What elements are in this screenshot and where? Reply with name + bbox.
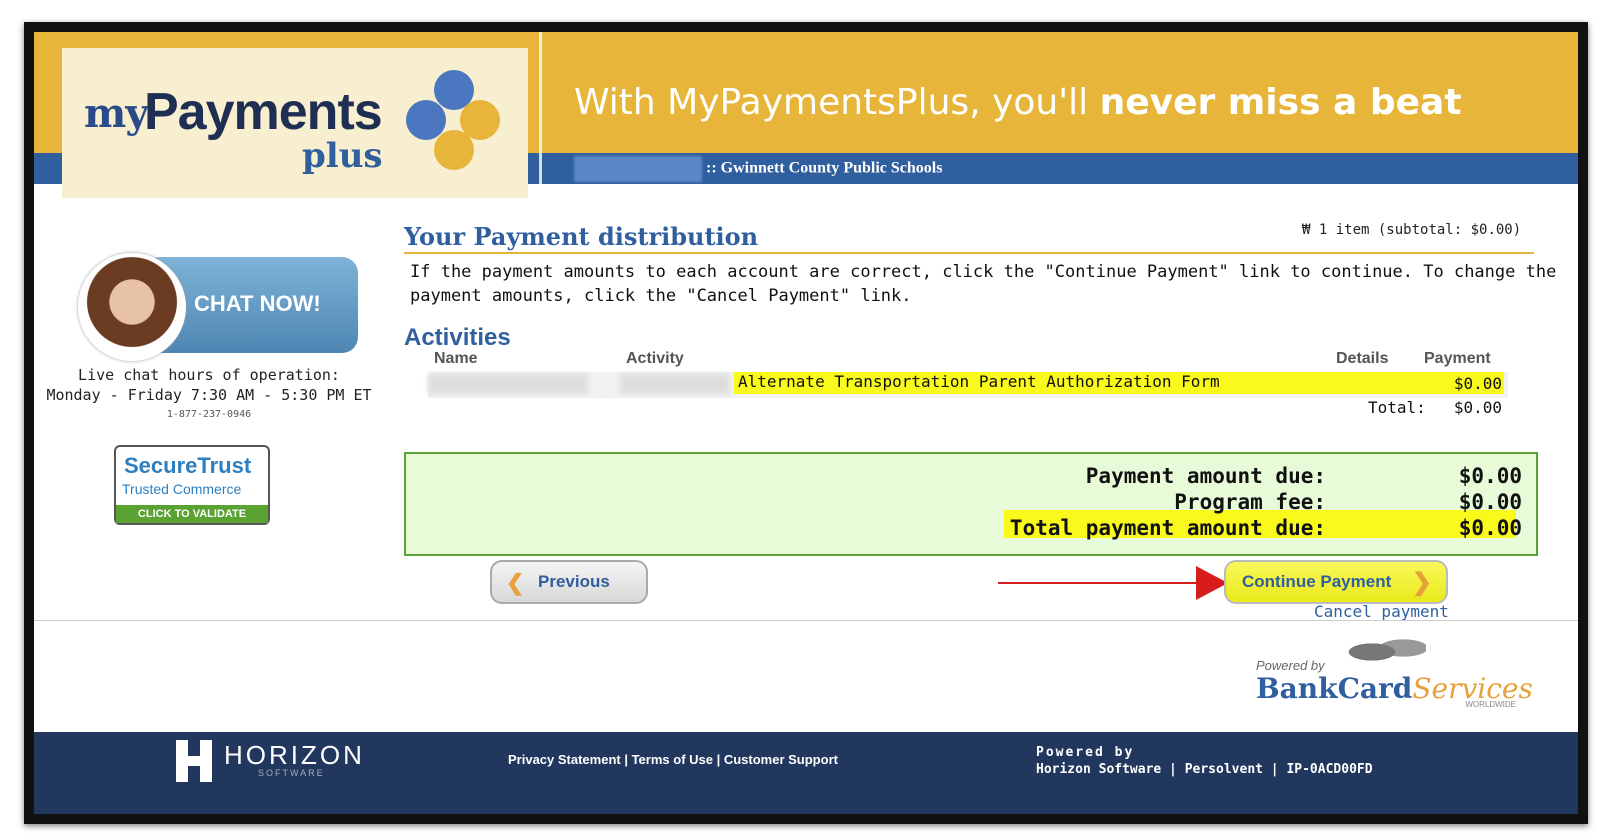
fee-label: Program fee:: [1174, 490, 1326, 514]
chat-hours-title: Live chat hours of operation:: [78, 366, 340, 384]
due-value: $0.00: [1458, 464, 1522, 488]
page: my Payments plus With MyPaymentsPlus, yo…: [34, 32, 1578, 814]
total-label: Total:: [1368, 398, 1426, 417]
logo-plus-icon: [406, 70, 500, 170]
payment-summary: Payment amount due: $0.00 Program fee: $…: [404, 452, 1538, 556]
securetrust-sub: Trusted Commerce: [122, 481, 242, 497]
content-divider: [34, 620, 1578, 621]
redacted-user: [574, 156, 702, 182]
total-due-label: Total payment amount due:: [1009, 516, 1326, 540]
bankcard-worldwide: WORLDWIDE: [1465, 700, 1516, 709]
continue-payment-button[interactable]: Continue Payment ❯: [1224, 560, 1448, 604]
chat-now-button[interactable]: CHAT NOW!: [78, 253, 358, 361]
securetrust-brand: SecureTrust: [124, 453, 252, 478]
redacted-activity: [620, 374, 730, 394]
tagline-bold: never miss a beat: [1099, 82, 1462, 123]
world-map-icon: [1336, 632, 1426, 672]
bankcard-powered: Powered by: [1256, 658, 1325, 673]
footer: HORIZON SOFTWARE Privacy Statement | Ter…: [34, 732, 1578, 814]
bankcard-name-text: BankCard: [1256, 672, 1413, 705]
activities-heading: Activities: [404, 324, 511, 351]
header-tagline: With MyPaymentsPlus, you'll never miss a…: [574, 82, 1462, 123]
title-underline: [404, 252, 1534, 254]
powered-by: Horizon Software | Persolvent | IP-0ACD0…: [1036, 762, 1373, 777]
annotation-arrow-line: [998, 582, 1198, 584]
footer-links[interactable]: Privacy Statement | Terms of Use | Custo…: [508, 752, 838, 767]
chat-hours-times: Monday - Friday 7:30 AM - 5:30 PM ET: [46, 386, 372, 404]
fee-value: $0.00: [1458, 490, 1522, 514]
footer-powered: Powered by Horizon Software | Persolvent…: [1036, 744, 1373, 778]
col-activity: Activity: [626, 350, 684, 367]
horizon-sub: SOFTWARE: [258, 768, 325, 778]
redacted-name: [428, 374, 588, 394]
col-details: Details: [1336, 350, 1389, 367]
powered-title: Powered by: [1036, 745, 1135, 760]
previous-label: Previous: [538, 572, 610, 591]
row-payment: $0.00: [1453, 374, 1502, 393]
chat-phone: 1-877-237-0946: [166, 409, 252, 420]
header-divider: [539, 32, 542, 184]
cart-summary[interactable]: ₩ 1 item (subtotal: $0.00): [1302, 222, 1521, 238]
logo-my: my: [84, 90, 149, 137]
logo-plus: plus: [302, 136, 383, 176]
mypaymentsplus-logo[interactable]: my Payments plus: [62, 48, 528, 198]
horizon-logo-icon: [176, 740, 212, 782]
chat-hours: Live chat hours of operation: Monday - F…: [34, 365, 384, 425]
securetrust-validate: CLICK TO VALIDATE: [116, 505, 268, 523]
page-title: Your Payment distribution: [404, 222, 759, 251]
instructions: If the payment amounts to each account a…: [410, 262, 1557, 306]
screenshot-frame: my Payments plus With MyPaymentsPlus, yo…: [24, 22, 1588, 824]
total-due-value: $0.00: [1458, 516, 1522, 540]
chevron-left-icon: ❮: [506, 570, 525, 595]
chat-agent-avatar: [78, 253, 186, 361]
col-name: Name: [434, 350, 478, 367]
school-name: :: Gwinnett County Public Schools: [574, 156, 942, 182]
bankcard-services-logo: Powered by BankCardServices WORLDWIDE: [1256, 630, 1533, 710]
cart-icon: ₩: [1302, 222, 1311, 238]
securetrust-badge[interactable]: SecureTrust Trusted Commerce CLICK TO VA…: [114, 445, 270, 525]
previous-button[interactable]: ❮ Previous: [490, 560, 648, 604]
row-form-name: Alternate Transportation Parent Authoriz…: [738, 372, 1220, 391]
chevron-right-icon: ❯: [1411, 569, 1432, 596]
total-value: $0.00: [1453, 398, 1502, 417]
col-payment: Payment: [1424, 350, 1491, 367]
cart-text: 1 item (subtotal: $0.00): [1318, 222, 1522, 238]
school-label: :: Gwinnett County Public Schools: [706, 159, 943, 177]
continue-label: Continue Payment: [1242, 572, 1392, 591]
cancel-payment-link[interactable]: Cancel payment: [1314, 602, 1449, 621]
logo-payments: Payments: [144, 83, 383, 141]
chat-now-label: CHAT NOW!: [194, 291, 321, 316]
tagline-text: With MyPaymentsPlus, you'll: [574, 82, 1100, 123]
due-label: Payment amount due:: [1085, 464, 1326, 488]
horizon-brand: HORIZON: [224, 740, 365, 770]
